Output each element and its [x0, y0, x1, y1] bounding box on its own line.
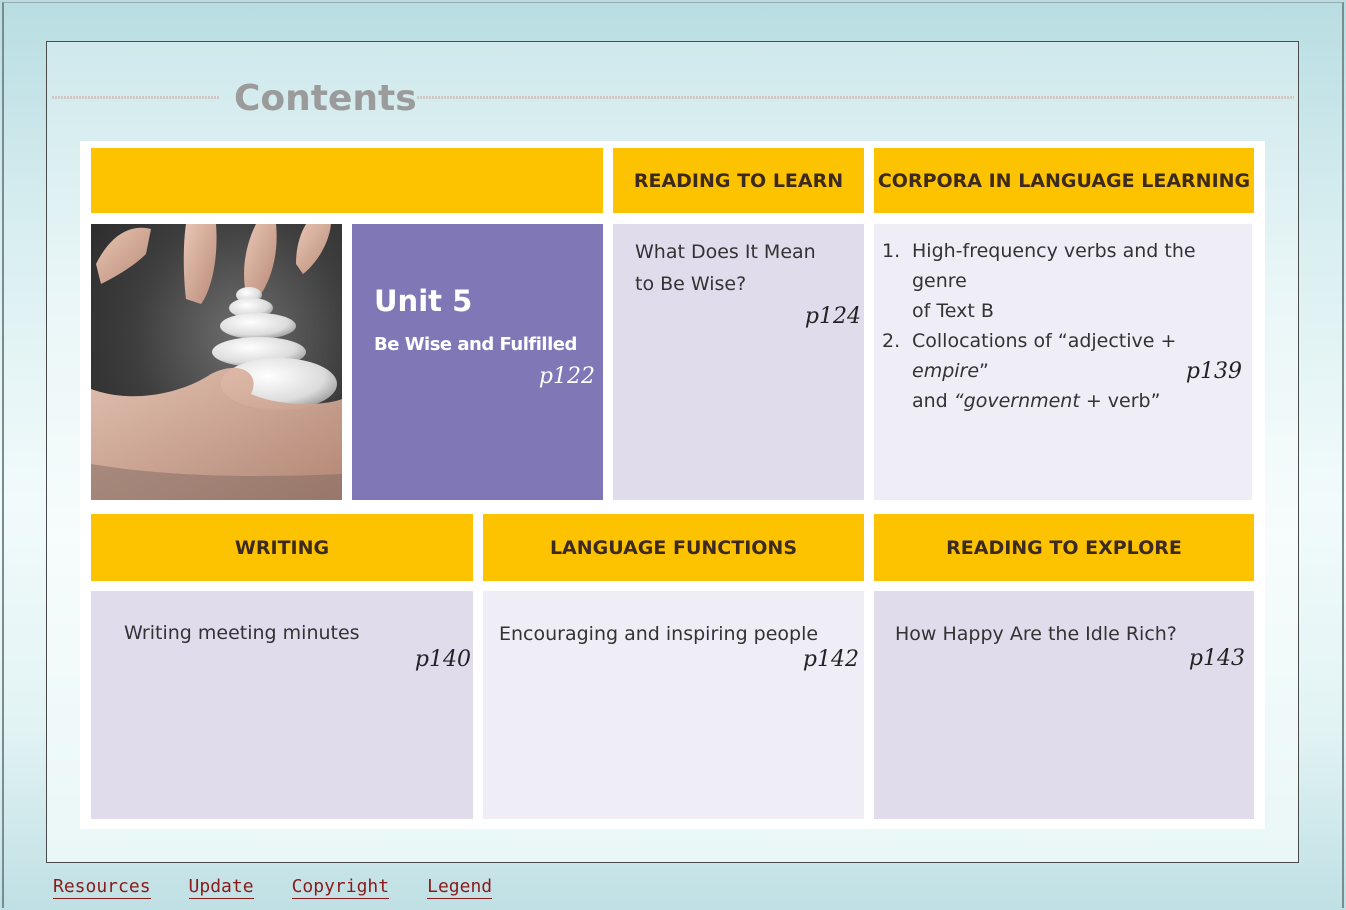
footer-link-legend[interactable]: Legend	[427, 876, 493, 899]
page-title: Contents	[234, 78, 417, 119]
reading-to-learn-line1: What Does It Mean	[635, 241, 816, 263]
reading-to-explore-page-number: p143	[1188, 646, 1245, 671]
stacked-stones-hands-image	[91, 224, 342, 500]
title-rule-left	[52, 96, 219, 99]
contents-board: READING TO LEARN CORPORA IN LANGUAGE LEA…	[80, 141, 1265, 829]
header-unit-blank	[91, 148, 603, 213]
unit-card[interactable]: Unit 5 Be Wise and Fulfilled p122	[352, 224, 603, 500]
corpora-page-number: p139	[1185, 359, 1242, 384]
writing-text: Writing meeting minutes	[124, 622, 360, 644]
title-row: Contents	[52, 78, 1294, 119]
unit-page-number: p122	[538, 364, 595, 389]
reading-to-learn-page-number: p124	[804, 304, 861, 329]
language-functions-card[interactable]: Encouraging and inspiring people p142	[483, 591, 864, 819]
header-reading-to-explore: READING TO EXPLORE	[874, 514, 1254, 581]
writing-page-number: p140	[414, 647, 471, 672]
corpora-list: 1. High-frequency verbs and the genre of…	[882, 236, 1247, 416]
header-writing: WRITING	[91, 514, 473, 581]
reading-to-explore-card[interactable]: How Happy Are the Idle Rich? p143	[874, 591, 1254, 819]
unit-photo	[91, 224, 342, 500]
reading-to-learn-card[interactable]: What Does It Mean to Be Wise? p124	[613, 224, 864, 500]
reading-to-learn-line2: to Be Wise?	[635, 273, 747, 295]
title-rule-right	[417, 96, 1294, 99]
header-reading-to-learn: READING TO LEARN	[613, 148, 864, 213]
unit-title: Unit 5	[374, 284, 473, 318]
footer-links: Resources Update Copyright Legend	[53, 876, 493, 899]
footer-link-copyright[interactable]: Copyright	[291, 876, 390, 899]
header-language-functions: LANGUAGE FUNCTIONS	[483, 514, 864, 581]
header-corpora: CORPORA IN LANGUAGE LEARNING	[874, 148, 1254, 213]
corpora-card[interactable]: 1. High-frequency verbs and the genre of…	[874, 224, 1252, 500]
language-functions-page-number: p142	[802, 647, 859, 672]
reading-to-explore-text: How Happy Are the Idle Rich?	[895, 623, 1177, 645]
language-functions-text: Encouraging and inspiring people	[499, 623, 819, 645]
writing-card[interactable]: Writing meeting minutes p140	[91, 591, 473, 819]
footer-link-resources[interactable]: Resources	[53, 876, 151, 899]
unit-subtitle: Be Wise and Fulfilled	[374, 334, 577, 355]
footer-link-update[interactable]: Update	[188, 876, 254, 899]
corpora-item-1: 1. High-frequency verbs and the genre of…	[882, 240, 1196, 322]
